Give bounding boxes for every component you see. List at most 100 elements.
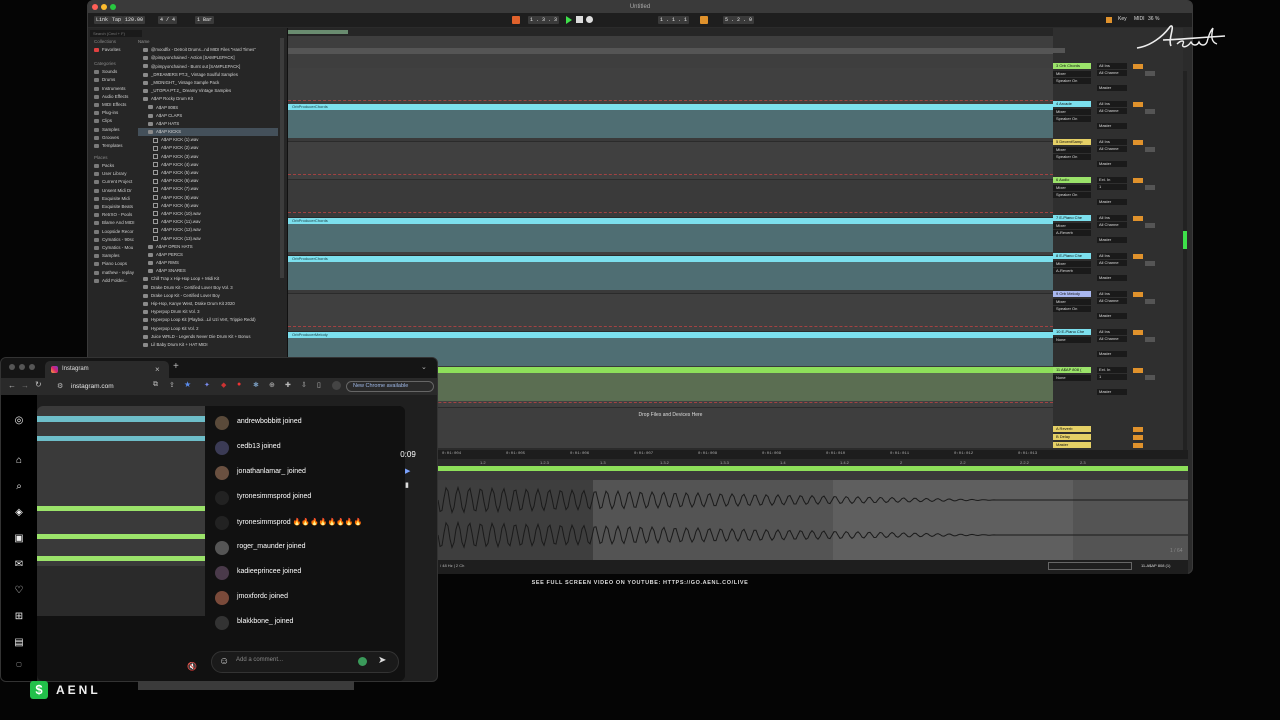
file-list-item[interactable]: A$AP SNARES (138, 267, 278, 275)
track-volume-field[interactable] (1145, 299, 1155, 304)
track-arm-button[interactable] (1133, 178, 1143, 183)
track-input[interactable]: All Ins (1097, 253, 1127, 259)
track-input[interactable]: All Ins (1097, 101, 1127, 107)
track-route[interactable]: Master (1097, 237, 1127, 243)
back-icon[interactable]: ← (8, 381, 16, 390)
file-list-item[interactable]: A$AP KICK (3).wav (138, 153, 278, 161)
status-scroll-field[interactable] (1048, 562, 1132, 570)
file-list-item[interactable]: @moodfix - Detroit Drums...nd MIDI Files… (138, 46, 278, 54)
track-output[interactable]: Speaker On (1053, 116, 1091, 122)
notifications-icon[interactable]: ♡ (13, 585, 25, 597)
sidebar-item-category[interactable]: Instruments (92, 85, 138, 93)
file-list-item[interactable]: Drake Drum Kit - Certified Lover Boy Vol… (138, 284, 278, 292)
sidebar-item-place[interactable]: Samples (92, 252, 138, 260)
track-name[interactable]: 6 Audio (1053, 177, 1091, 183)
forward-icon[interactable]: → (21, 381, 29, 390)
share-icon[interactable]: ⇪ (169, 381, 175, 389)
track-name[interactable]: 8 E-Piano Che (1053, 253, 1091, 259)
avatar[interactable] (215, 491, 229, 505)
avatar[interactable] (215, 566, 229, 580)
track-volume-field[interactable] (1145, 147, 1155, 152)
return-track-name[interactable]: B Delay (1053, 434, 1091, 440)
file-list-item[interactable]: A$AP KICK (7).wav (138, 185, 278, 193)
file-list-item[interactable]: A$AP KICK (6).wav (138, 177, 278, 185)
sidebar-item-place[interactable]: User Library (92, 170, 138, 178)
sidebar-item-place[interactable]: Exquisite Beats (92, 203, 138, 211)
track-channel[interactable]: 1 (1097, 184, 1127, 190)
track-volume-field[interactable] (1145, 185, 1155, 190)
sidebar-item-place[interactable]: Packs (92, 162, 138, 170)
sidebar-item-place[interactable]: RetrXO - Pools (92, 211, 138, 219)
return-track-name[interactable]: A Reverb (1053, 426, 1091, 432)
file-list-item[interactable]: Hip-Hop, Kanye West, Drake Drum Kit 2020 (138, 300, 278, 308)
track-input[interactable]: All Ins (1097, 139, 1127, 145)
tab-instagram[interactable]: Instagram × (45, 361, 169, 378)
file-list-item[interactable]: A$AP KICK (13).wav (138, 235, 278, 243)
file-list-item[interactable]: A$AP OPEN HATS (138, 243, 278, 251)
sidebar-item-category[interactable]: Samples (92, 126, 138, 134)
sidebar-item-place[interactable]: Add Folder... (92, 277, 138, 285)
track-route[interactable]: Master (1097, 85, 1127, 91)
track-input[interactable]: Ext. In (1097, 177, 1127, 183)
loop-length-field[interactable]: 5 . 2 . 0 (723, 16, 755, 24)
avatar[interactable] (215, 516, 229, 530)
stop-icon[interactable] (576, 16, 583, 23)
install-icon[interactable]: ⧉ (153, 381, 158, 389)
loop-switch-icon[interactable] (700, 16, 708, 24)
close-window-icon[interactable] (9, 364, 15, 370)
sidebar-item-category[interactable]: Templates (92, 142, 138, 150)
file-list-item[interactable]: A$AP 808S (138, 104, 278, 112)
track-input[interactable]: All Ins (1097, 291, 1127, 297)
track-output[interactable]: Speaker On (1053, 192, 1091, 198)
comment-box[interactable]: ☺ Add a comment... ➤ (211, 651, 399, 673)
zoom-window-icon[interactable] (29, 364, 35, 370)
downloads-icon[interactable]: ⇩ (301, 381, 307, 389)
track-input[interactable]: All Ins (1097, 329, 1127, 335)
track-arm-button[interactable] (1133, 292, 1143, 297)
time-signature-field[interactable]: 4 / 4 (158, 16, 178, 24)
pinterest-icon[interactable]: ● (237, 381, 241, 388)
extensions-puzzle-icon[interactable]: ✚ (285, 381, 291, 389)
name-column-header[interactable]: Name (138, 38, 278, 46)
avatar[interactable] (215, 441, 229, 455)
track-name[interactable]: 10 E-Piano Che (1053, 329, 1091, 335)
file-list-item[interactable]: A$AP KICK (4).wav (138, 161, 278, 169)
file-list-item[interactable]: A$AP KICKS (138, 128, 278, 137)
track-arm-button[interactable] (1133, 254, 1143, 259)
sidebar-item-category[interactable]: Audio Effects (92, 93, 138, 101)
live-video[interactable]: 🔇 (37, 406, 205, 681)
file-list-item[interactable]: _UTOPIA PT.2_ Dreamy Vintage Samples (138, 87, 278, 95)
song-position-field[interactable]: 1 . 3 . 3 (528, 16, 560, 24)
track-channel[interactable]: 1 (1097, 374, 1127, 380)
set-button[interactable] (1053, 48, 1065, 53)
track-volume-field[interactable] (1145, 261, 1155, 266)
return-control[interactable] (1133, 435, 1143, 440)
side-panel-icon[interactable]: ▯ (317, 381, 321, 389)
time-ruler[interactable]: 0:01:004 0:01:005 0:01:006 0:01:007 0:01:008… (438, 450, 1188, 459)
track-channel[interactable]: All Channe (1097, 70, 1127, 76)
sidebar-item-place[interactable]: Cymatics - 90sc (92, 236, 138, 244)
track-input[interactable]: All Ins (1097, 215, 1127, 221)
dashboard-icon[interactable]: ▤ (13, 637, 25, 649)
file-list-item[interactable]: Juice WRLD - Legends Never Die Drum Kit … (138, 333, 278, 341)
track-route[interactable]: Master (1097, 199, 1127, 205)
send-icon[interactable]: ➤ (378, 655, 386, 667)
track-mode[interactable]: Mixer (1053, 299, 1091, 305)
mixer-scrollbar[interactable] (1183, 71, 1187, 451)
track-output[interactable]: A-Reverb (1053, 230, 1091, 236)
track-header[interactable]: 11 A$AP 808 (None Ext. In 1 Master (1053, 367, 1183, 405)
file-list-item[interactable]: A$AP RIMS (138, 259, 278, 267)
sidebar-item-place[interactable]: Loopside Recor (92, 228, 138, 236)
track-input[interactable]: All Ins (1097, 63, 1127, 69)
arrangement-ruler[interactable] (288, 48, 1053, 54)
bookmark-star-icon[interactable]: ★ (184, 380, 191, 389)
track-channel[interactable]: All Channe (1097, 336, 1127, 342)
profile-icon[interactable]: ▢ (13, 659, 25, 671)
play-small-icon[interactable]: ▶ (405, 467, 410, 475)
loop-start-field[interactable]: 1 . 1 . 1 (658, 16, 690, 24)
mute-icon[interactable]: 🔇 (187, 662, 197, 671)
sidebar-item-category[interactable]: MIDI Effects (92, 101, 138, 109)
file-list-item[interactable]: _MIDNIGHT_ Vintage Sample Pack (138, 79, 278, 87)
track-name[interactable]: 11 A$AP 808 ( (1053, 367, 1091, 373)
return-control[interactable] (1133, 427, 1143, 432)
